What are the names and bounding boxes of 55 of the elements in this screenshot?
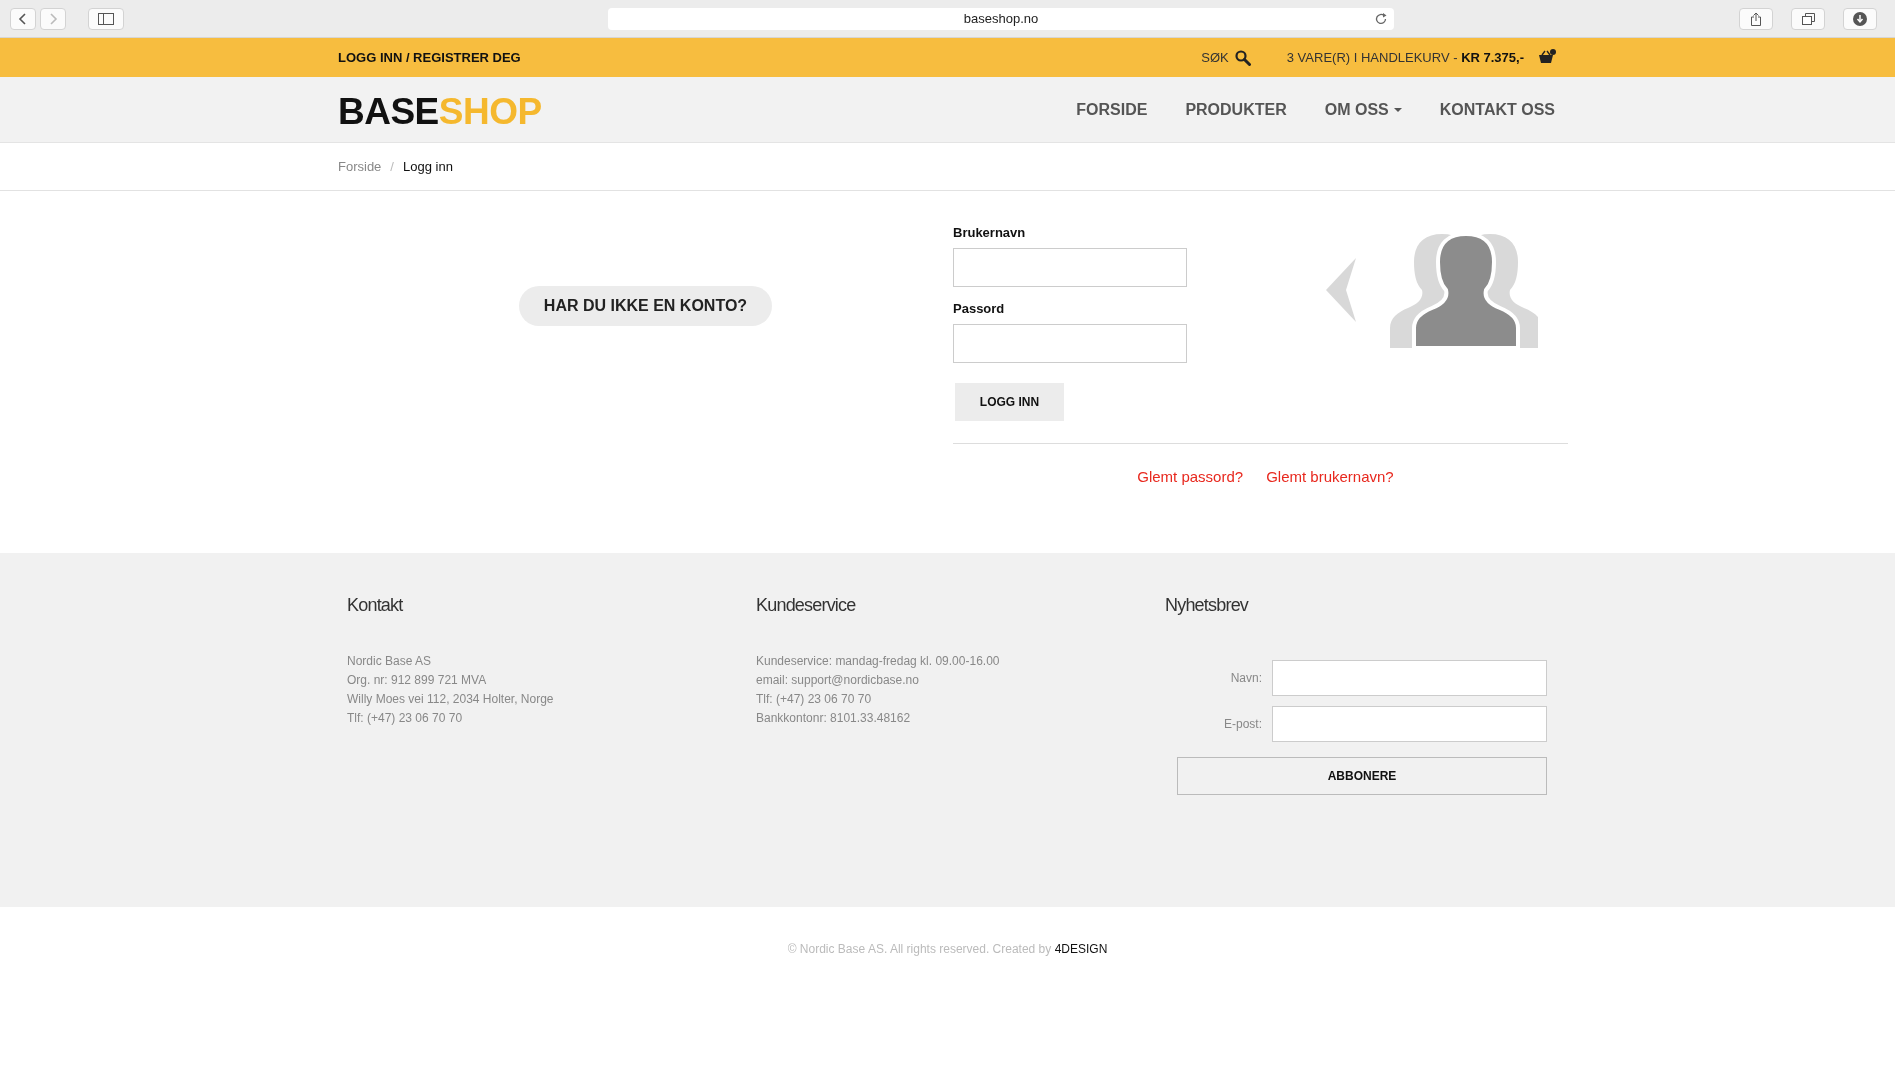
search-link[interactable]: SØK [1201, 49, 1251, 66]
contact-line: Tlf: (+47) 23 06 70 70 [756, 691, 873, 708]
field-label: Passord [953, 301, 1006, 316]
forgot-link[interactable]: Glemt passord? [1137, 468, 1244, 485]
login-button[interactable]: LOGG INN [955, 383, 1064, 421]
contact-line: Nordic Base AS [347, 653, 433, 670]
nav-link[interactable]: KONTAKT OSS [1420, 100, 1555, 119]
users-icon [1388, 232, 1538, 348]
cart-summary[interactable]: 3 VARE(R) I HANDLEKURV - KR 7.375,- [1286, 50, 1524, 65]
nav-link[interactable]: OM OSS [1305, 100, 1421, 119]
address-bar[interactable]: baseshop.no [608, 7, 1394, 30]
back-button[interactable] [10, 7, 36, 30]
back-icon [18, 12, 28, 25]
input-field[interactable] [953, 248, 1187, 287]
share-icon [1750, 11, 1762, 26]
field-label: Brukernavn [953, 225, 1027, 240]
field-label: Navn: [1230, 671, 1262, 685]
footer-heading: Nyhetsbrev [1165, 595, 1250, 616]
breadcrumb-separator: / [390, 159, 394, 174]
forward-icon [48, 12, 58, 25]
nav-link[interactable]: FORSIDE [1057, 100, 1167, 119]
contact-line: Bankkontonr: 8101.33.48162 [756, 710, 912, 727]
no-account-button[interactable]: HAR DU IKKE EN KONTO? [518, 286, 773, 326]
forgot-link[interactable]: Glemt brukernavn? [1266, 468, 1394, 485]
footer-heading: Kundeservice [756, 595, 857, 616]
contact-line: email: support@nordicbase.no [756, 672, 920, 689]
designer-link[interactable]: 4DESIGN [1054, 942, 1108, 956]
search-icon [1234, 49, 1251, 66]
contact-line: Org. nr: 912 899 721 MVA [347, 672, 488, 689]
tabs-icon [1801, 12, 1815, 25]
share-button[interactable] [1739, 7, 1773, 30]
input-field[interactable] [1272, 660, 1547, 696]
breadcrumb-link[interactable]: Logg inn [403, 159, 453, 174]
sidebar-icon [98, 12, 114, 25]
download-button[interactable] [1843, 7, 1877, 30]
download-icon [1853, 11, 1867, 26]
input-field[interactable] [953, 324, 1187, 363]
subscribe-button[interactable]: ABBONERE [1177, 757, 1547, 795]
nav-link[interactable]: PRODUKTER [1166, 100, 1306, 119]
login-register-link[interactable]: LOGG INN / REGISTRER DEG [338, 50, 521, 65]
contact-line: Kundeservice: mandag-fredag kl. 09.00-16.00 [756, 653, 1001, 670]
url-text: baseshop.no [963, 11, 1039, 26]
shop-logo[interactable]: BASESHOP [338, 90, 542, 133]
input-field[interactable] [1272, 706, 1547, 742]
left-arrow-icon [1326, 258, 1356, 322]
copyright-text: © Nordic Base AS. All rights reserved. Created by [787, 942, 1052, 956]
footer-heading: Kontakt [347, 595, 404, 616]
tabs-button[interactable] [1791, 7, 1825, 30]
reload-icon[interactable] [1374, 11, 1388, 26]
contact-line: Willy Moes vei 112, 2034 Holter, Norge [347, 691, 555, 708]
breadcrumb-link[interactable]: Forside [338, 159, 382, 174]
sidebar-button[interactable] [88, 7, 124, 30]
contact-line: Tlf: (+47) 23 06 70 70 [347, 710, 464, 727]
field-label: E-post: [1224, 717, 1262, 731]
basket-icon[interactable] [1538, 48, 1556, 64]
